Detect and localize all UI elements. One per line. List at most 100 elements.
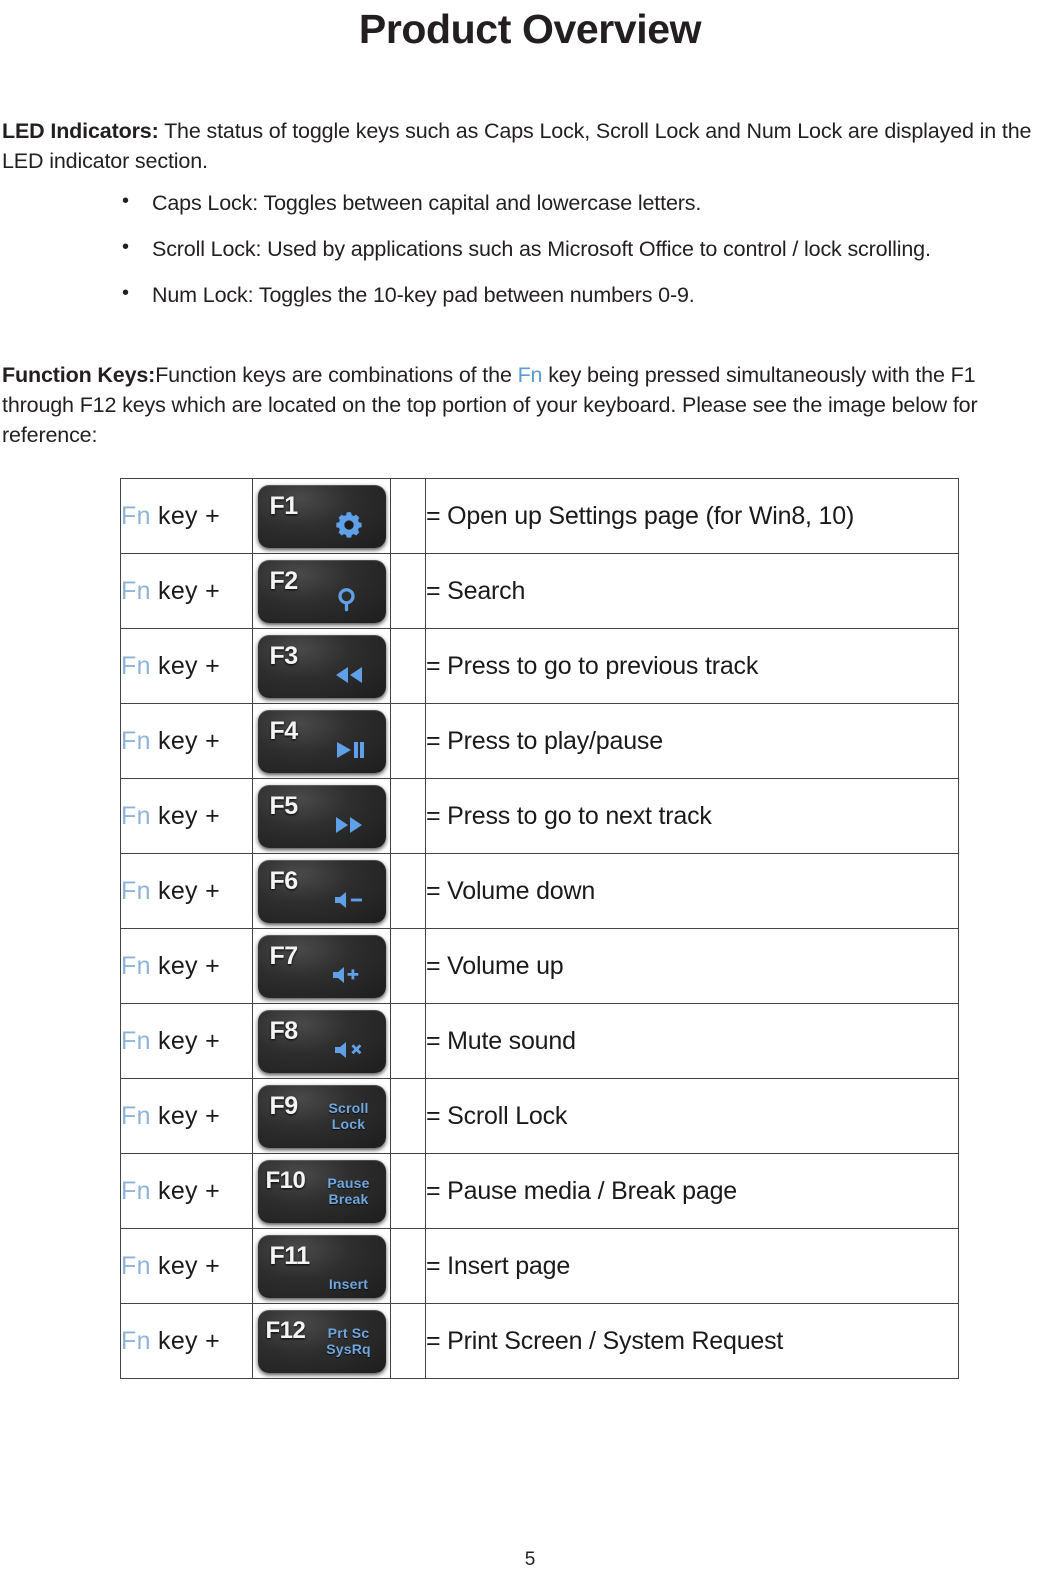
key-plus-label: key + xyxy=(150,577,220,605)
keycap-label: F7 xyxy=(269,941,299,970)
key-plus-label: key + xyxy=(150,802,220,830)
spacer-cell xyxy=(390,853,426,929)
function-key-table: Fn key + F1 = Open up Settings page (for… xyxy=(120,478,959,1379)
fn-key-highlight: Fn xyxy=(517,363,543,387)
volume-down-icon xyxy=(320,882,378,918)
keycap-cell-f6: F6 xyxy=(252,853,391,929)
keycap-cell-f1: F1 xyxy=(252,478,391,554)
keycap-cell-f9: F9 Scroll Lock xyxy=(252,1078,391,1154)
table-row: Fn key + F8 = Mute sound xyxy=(120,1003,959,1079)
keycap-label: F12 xyxy=(265,1316,306,1344)
spacer-cell xyxy=(390,778,426,854)
description-cell: = Mute sound xyxy=(425,1003,959,1079)
fn-label: Fn xyxy=(121,502,151,530)
search-icon xyxy=(320,582,378,618)
table-row: Fn key + F4 = Press to play/pause xyxy=(120,703,959,779)
fn-label: Fn xyxy=(121,1027,151,1055)
led-indicators-section: LED Indicators: The status of toggle key… xyxy=(0,116,1060,450)
list-item: Scroll Lock: Used by applications such a… xyxy=(2,232,1052,264)
spacer-cell xyxy=(390,553,426,629)
fn-label: Fn xyxy=(121,877,151,905)
key-plus-label: key + xyxy=(150,502,220,530)
spacer-cell xyxy=(390,1228,426,1304)
fn-label: Fn xyxy=(121,1327,151,1355)
keycap-label: F4 xyxy=(269,716,299,745)
spacer-cell xyxy=(390,928,426,1004)
spacer-cell xyxy=(390,1153,426,1229)
table-row: Fn key + F10 Pause Break = Pause media /… xyxy=(120,1153,959,1229)
fn-prefix-cell: Fn key + xyxy=(120,553,253,629)
keycap-cell-f2: F2 xyxy=(252,553,391,629)
keycap-label: F9 xyxy=(269,1091,299,1120)
keycap-label: F10 xyxy=(265,1166,306,1194)
keycap-f10: F10 Pause Break xyxy=(257,1159,386,1223)
fn-prefix-cell: Fn key + xyxy=(120,1228,253,1304)
next-track-icon xyxy=(320,807,378,843)
fn-prefix-cell: Fn key + xyxy=(120,1303,253,1379)
function-keys-text-before: Function keys are combinations of the xyxy=(155,363,518,387)
fn-label: Fn xyxy=(121,727,151,755)
keycap-label: F2 xyxy=(269,566,299,595)
keycap-label: F11 xyxy=(269,1241,311,1270)
keycap-f9: F9 Scroll Lock xyxy=(257,1084,386,1148)
title-spacer xyxy=(0,54,1060,116)
table-row: Fn key + F9 Scroll Lock = Scroll Lock xyxy=(120,1078,959,1154)
keycap-label: F1 xyxy=(269,491,299,520)
fn-prefix-cell: Fn key + xyxy=(120,778,253,854)
fn-prefix-cell: Fn key + xyxy=(120,1153,253,1229)
fn-prefix-cell: Fn key + xyxy=(120,628,253,704)
keycap-f2: F2 xyxy=(257,559,386,623)
fn-prefix-cell: Fn key + xyxy=(120,928,253,1004)
list-item: Caps Lock: Toggles between capital and l… xyxy=(2,186,1052,218)
fn-label: Fn xyxy=(121,952,151,980)
keycap-cell-f3: F3 xyxy=(252,628,391,704)
function-key-reference-image: Fn key + F1 = Open up Settings page (for… xyxy=(120,478,959,1379)
fn-label: Fn xyxy=(121,652,151,680)
gear-icon xyxy=(320,507,378,543)
spacer-cell xyxy=(390,628,426,704)
keycap-f11: F11 Insert xyxy=(257,1234,386,1298)
keycap-label: F5 xyxy=(269,791,299,820)
description-cell: = Volume up xyxy=(425,928,959,1004)
fn-label: Fn xyxy=(121,1177,151,1205)
table-row: Fn key + F12 Prt Sc SysRq = Print Screen… xyxy=(120,1303,959,1379)
keycap-f1: F1 xyxy=(257,484,386,548)
description-cell: = Volume down xyxy=(425,853,959,929)
keycap-label: F6 xyxy=(269,866,299,895)
description-cell: = Open up Settings page (for Win8, 10) xyxy=(425,478,959,554)
description-cell: = Insert page xyxy=(425,1228,959,1304)
fn-prefix-cell: Fn key + xyxy=(120,1078,253,1154)
key-plus-label: key + xyxy=(150,1177,220,1205)
keycap-label: F3 xyxy=(269,641,299,670)
key-plus-label: key + xyxy=(150,952,220,980)
keycap-label: F8 xyxy=(269,1016,299,1045)
keycap-f12: F12 Prt Sc SysRq xyxy=(257,1309,386,1373)
fn-prefix-cell: Fn key + xyxy=(120,703,253,779)
document-page: Product Overview LED Indicators: The sta… xyxy=(0,0,1060,1583)
description-cell: = Press to go to next track xyxy=(425,778,959,854)
fn-label: Fn xyxy=(121,802,151,830)
fn-prefix-cell: Fn key + xyxy=(120,478,253,554)
table-row: Fn key + F3 = Press to go to previous tr… xyxy=(120,628,959,704)
mute-icon xyxy=(320,1032,378,1068)
keycap-secondary-label: Insert xyxy=(328,1275,369,1292)
keycap-cell-f11: F11 Insert xyxy=(252,1228,391,1304)
spacer-cell xyxy=(390,1003,426,1079)
keycap-f7: F7 xyxy=(257,934,386,998)
keycap-f6: F6 xyxy=(257,859,386,923)
key-plus-label: key + xyxy=(150,727,220,755)
table-row: Fn key + F1 = Open up Settings page (for… xyxy=(120,478,959,554)
keycap-f3: F3 xyxy=(257,634,386,698)
keycap-cell-f10: F10 Pause Break xyxy=(252,1153,391,1229)
table-row: Fn key + F2 = Search xyxy=(120,553,959,629)
keycap-f5: F5 xyxy=(257,784,386,848)
keycap-f8: F8 xyxy=(257,1009,386,1073)
spacer-cell xyxy=(390,1303,426,1379)
play-pause-icon xyxy=(320,732,378,768)
description-cell: = Press to play/pause xyxy=(425,703,959,779)
fn-label: Fn xyxy=(121,577,151,605)
description-cell: = Print Screen / System Request xyxy=(425,1303,959,1379)
keycap-cell-f5: F5 xyxy=(252,778,391,854)
key-plus-label: key + xyxy=(150,1102,220,1130)
